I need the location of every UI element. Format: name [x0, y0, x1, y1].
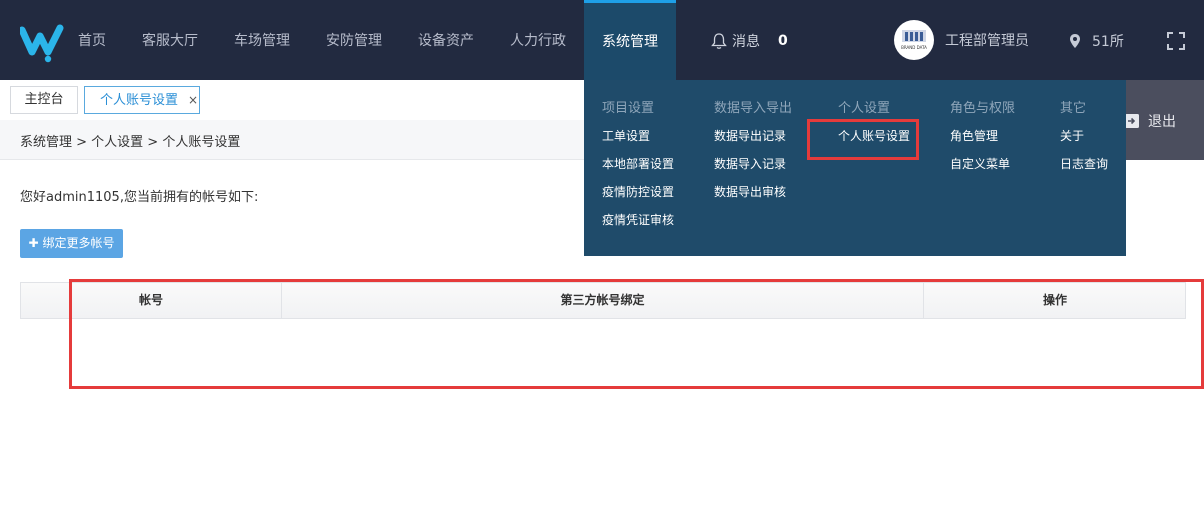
menu-item-personal-account-settings[interactable]: 个人账号设置 — [838, 127, 910, 144]
greeting-text: 您好admin1105,您当前拥有的帐号如下: — [20, 190, 259, 205]
menu-item-custom-menu[interactable]: 自定义菜单 — [950, 155, 1010, 172]
menu-heading-project-settings: 项目设置 — [602, 101, 655, 116]
bell-icon — [711, 33, 727, 49]
tab-personal-account-settings[interactable]: 个人账号设置 × — [84, 86, 200, 114]
logout-button[interactable]: 退出 — [1124, 111, 1176, 131]
accounts-table: 帐号 第三方帐号绑定 操作 — [20, 282, 1186, 319]
close-icon[interactable]: × — [188, 93, 198, 107]
nav-hr-admin[interactable]: 人力行政 — [510, 0, 566, 80]
nav-security[interactable]: 安防管理 — [326, 0, 382, 80]
menu-item-data-export-review[interactable]: 数据导出审核 — [714, 183, 786, 200]
nav-home[interactable]: 首页 — [78, 0, 106, 80]
menu-item-log-query[interactable]: 日志查询 — [1060, 155, 1108, 172]
column-header-third-party-binding[interactable]: 第三方帐号绑定 — [282, 283, 924, 318]
fullscreen-icon[interactable] — [1166, 31, 1186, 51]
plus-icon: ✚ — [28, 236, 39, 250]
location-pin-icon — [1070, 34, 1080, 48]
menu-heading-other: 其它 — [1060, 101, 1087, 116]
menu-item-epidemic-control-settings[interactable]: 疫情防控设置 — [602, 183, 674, 200]
menu-item-role-management[interactable]: 角色管理 — [950, 127, 998, 144]
user-name[interactable]: 工程部管理员 — [945, 30, 1029, 50]
menu-item-about[interactable]: 关于 — [1060, 127, 1084, 144]
messages-button[interactable]: 消息 0 — [710, 30, 788, 52]
brand-logo-icon: BRAND DATA — [901, 30, 927, 50]
menu-item-data-export-records[interactable]: 数据导出记录 — [714, 127, 786, 144]
location-selector[interactable]: 51所 — [1068, 31, 1124, 51]
app-logo[interactable] — [20, 22, 70, 64]
logout-label: 退出 — [1148, 114, 1176, 130]
nav-equipment-assets[interactable]: 设备资产 — [418, 0, 474, 80]
menu-item-local-deploy-settings[interactable]: 本地部署设置 — [602, 155, 674, 172]
nav-customer-service[interactable]: 客服大厅 — [142, 0, 198, 80]
tab-label: 个人账号设置 — [100, 93, 179, 108]
menu-heading-roles-permissions: 角色与权限 — [950, 101, 1016, 116]
location-label: 51所 — [1092, 34, 1124, 50]
logout-icon — [1125, 114, 1139, 128]
bind-button-label: 绑定更多帐号 — [42, 236, 115, 250]
messages-label: 消息 — [732, 34, 760, 50]
menu-heading-data-import-export: 数据导入导出 — [714, 101, 793, 116]
bind-more-accounts-button[interactable]: ✚ 绑定更多帐号 — [20, 229, 123, 258]
nav-system-management[interactable]: 系统管理 — [584, 0, 676, 80]
menu-item-epidemic-credential-review[interactable]: 疫情凭证审核 — [602, 211, 674, 228]
column-header-account[interactable]: 帐号 — [21, 283, 282, 318]
menu-item-data-import-records[interactable]: 数据导入记录 — [714, 155, 786, 172]
tab-home[interactable]: 主控台 — [10, 86, 78, 114]
column-header-actions[interactable]: 操作 — [924, 283, 1186, 318]
nav-parking[interactable]: 车场管理 — [234, 0, 290, 80]
messages-count: 0 — [778, 33, 788, 49]
menu-heading-personal-settings: 个人设置 — [838, 101, 891, 116]
avatar[interactable]: BRAND DATA — [894, 20, 934, 60]
menu-item-work-order-settings[interactable]: 工单设置 — [602, 127, 650, 144]
avatar-brand-text: BRAND DATA — [901, 45, 927, 50]
breadcrumb: 系统管理 > 个人设置 > 个人账号设置 — [20, 135, 241, 150]
